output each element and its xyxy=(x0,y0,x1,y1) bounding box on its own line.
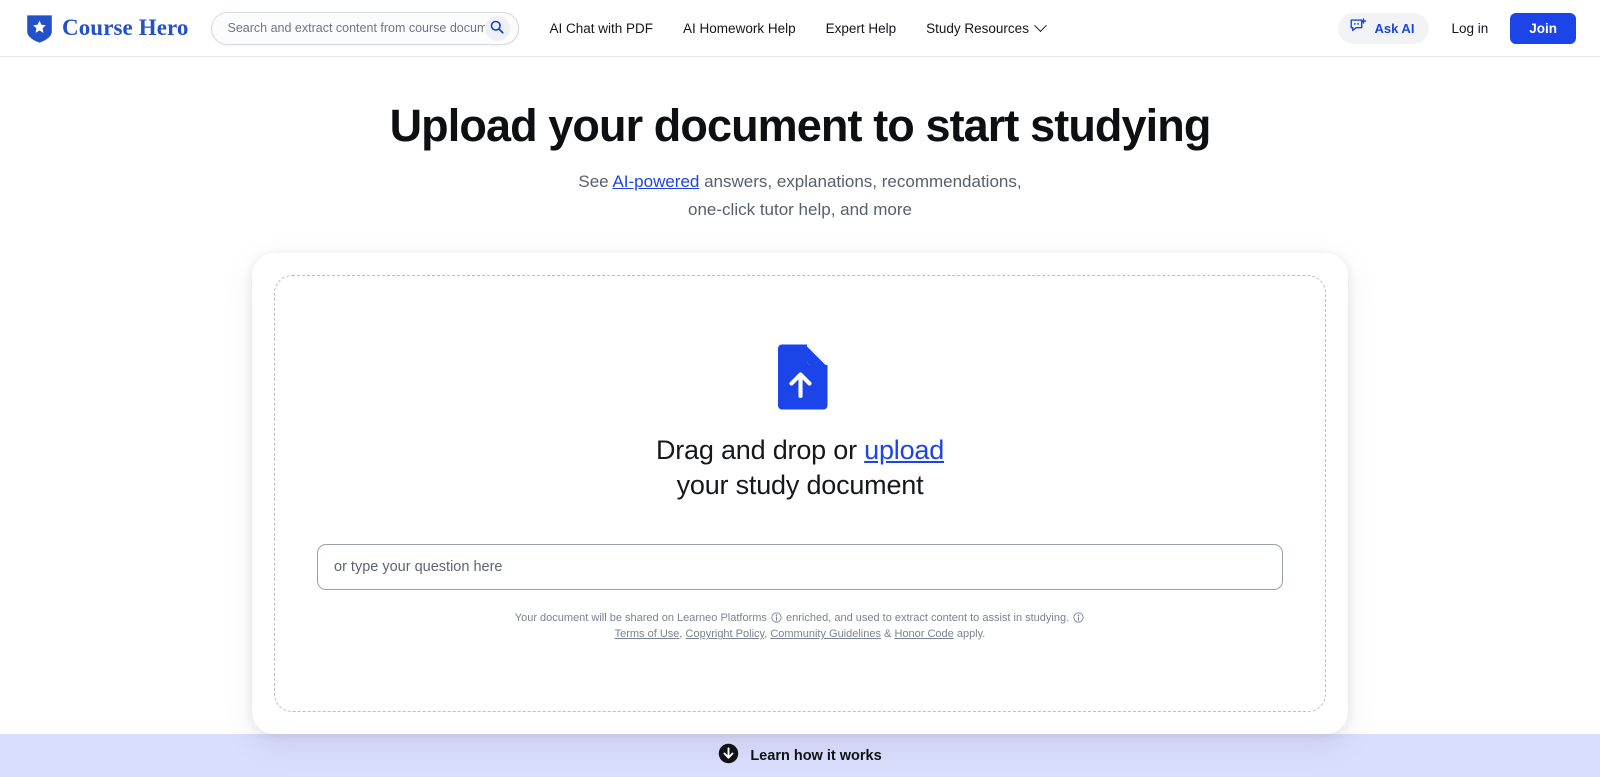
chat-plus-icon xyxy=(1350,18,1367,38)
fineprint-text-1: Your document will be shared on Learneo … xyxy=(514,612,767,625)
upload-link[interactable]: upload xyxy=(864,435,944,465)
search-submit-button[interactable] xyxy=(484,15,510,41)
nav-item-study-resources[interactable]: Study Resources xyxy=(911,13,1060,44)
ask-ai-label: Ask AI xyxy=(1374,20,1415,36)
dropzone-line1-before: Drag and drop or xyxy=(655,435,865,466)
fineprint-line-2: Terms of Use, Copyright Policy, Communit… xyxy=(515,627,1085,643)
chevron-down-icon xyxy=(1034,18,1047,32)
main-content: Upload your document to start studying S… xyxy=(0,57,1600,734)
page-subtitle: See AI-powered answers, explanations, re… xyxy=(578,168,1021,223)
search-box[interactable] xyxy=(210,11,519,45)
learn-how-it-works-label: Learn how it works xyxy=(750,747,882,764)
subtitle-line-2: one-click tutor help, and more xyxy=(688,199,912,219)
dropzone-line2: your study document xyxy=(676,469,924,500)
nav-label: AI Homework Help xyxy=(683,20,796,36)
ai-powered-link[interactable]: AI-powered xyxy=(612,172,699,191)
copyright-policy-link[interactable]: Copyright Policy xyxy=(686,628,765,640)
legal-fineprint: Your document will be shared on Learneo … xyxy=(515,611,1085,643)
nav-label: AI Chat with PDF xyxy=(549,20,654,36)
dropzone-instructions: Drag and drop or upload your study docum… xyxy=(656,433,944,502)
file-dropzone[interactable]: Drag and drop or upload your study docum… xyxy=(274,275,1326,712)
search-icon xyxy=(490,20,504,37)
ask-ai-button[interactable]: Ask AI xyxy=(1338,12,1430,44)
nav-item-expert-help[interactable]: Expert Help xyxy=(811,13,912,44)
upload-card: Drag and drop or upload your study docum… xyxy=(252,253,1348,734)
learn-how-it-works-bar[interactable]: Learn how it works xyxy=(0,734,1600,777)
fineprint-text-2: enriched, and used to extract content to… xyxy=(786,612,1070,625)
question-input[interactable] xyxy=(317,544,1283,591)
fineprint-tail: apply. xyxy=(956,628,986,641)
nav-label: Study Resources xyxy=(926,20,1029,36)
page-title: Upload your document to start studying xyxy=(389,100,1212,151)
nav-item-ai-homework-help[interactable]: AI Homework Help xyxy=(668,13,811,44)
login-button[interactable]: Log in xyxy=(1433,13,1506,44)
info-icon[interactable] xyxy=(771,612,782,623)
header-actions: Ask AI Log in Join xyxy=(1338,12,1576,44)
fineprint-line-1: Your document will be shared on Learneo … xyxy=(515,611,1085,627)
site-header: Course Hero AI Chat with PDF AI Homework… xyxy=(0,0,1600,57)
search-input[interactable] xyxy=(227,21,485,35)
document-upload-icon xyxy=(772,344,828,410)
join-button[interactable]: Join xyxy=(1510,12,1576,44)
arrow-down-circle-icon xyxy=(718,743,739,769)
sep-3: & xyxy=(880,628,895,641)
info-icon[interactable] xyxy=(1073,612,1084,623)
nav-item-ai-chat-with-pdf[interactable]: AI Chat with PDF xyxy=(535,13,669,44)
main-nav: AI Chat with PDF AI Homework Help Expert… xyxy=(535,13,1060,44)
logo-text: Course Hero xyxy=(62,15,189,40)
subtitle-text-after: answers, explanations, recommendations, xyxy=(699,172,1022,192)
nav-label: Expert Help xyxy=(825,20,897,36)
terms-of-use-link[interactable]: Terms of Use xyxy=(615,628,680,640)
honor-code-link[interactable]: Honor Code xyxy=(894,628,953,640)
logo-home-link[interactable]: Course Hero xyxy=(26,14,189,43)
shield-star-icon xyxy=(26,14,53,43)
subtitle-text-before: See xyxy=(578,172,613,192)
community-guidelines-link[interactable]: Community Guidelines xyxy=(770,628,881,640)
